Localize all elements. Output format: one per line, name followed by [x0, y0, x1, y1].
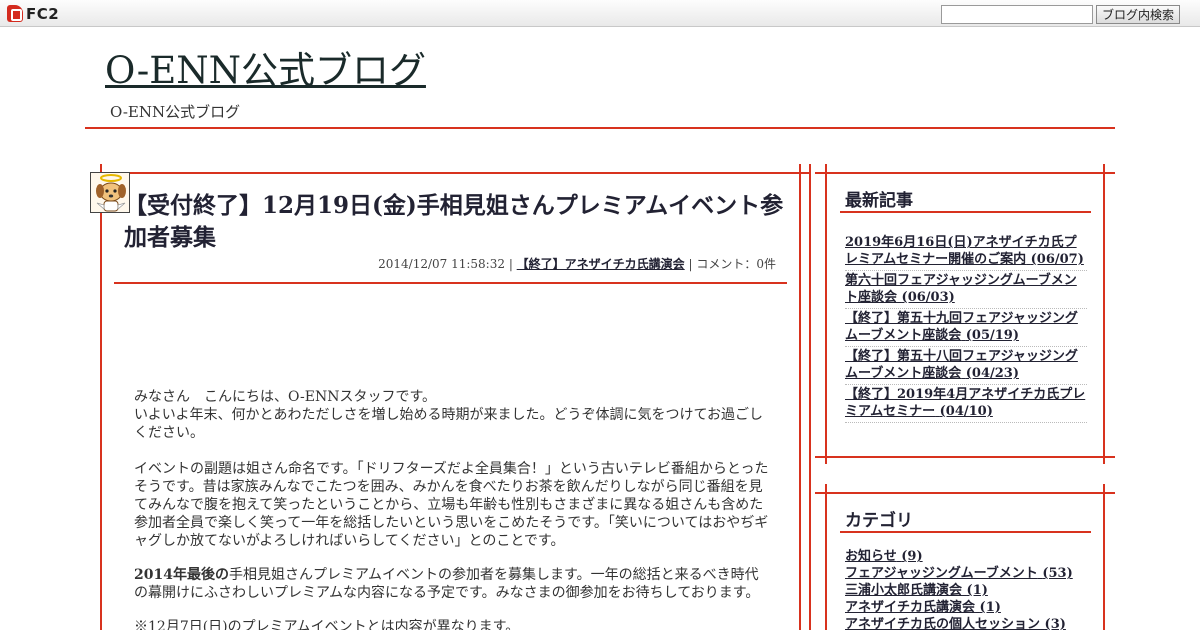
recent-entry-date[interactable]: (04/10)	[940, 404, 993, 419]
list-item: 三浦小太郎氏講演会 (1)	[845, 582, 1087, 599]
recent-entry-link[interactable]: 第六十回フェアジャッジングムーブメント座談会 (06/03)	[845, 273, 1077, 305]
entry-title: 【受付終了】12月19日(金)手相見姐さんプレミアムイベント参加者募集	[124, 192, 784, 251]
recent-entry-date[interactable]: (05/19)	[966, 328, 1019, 343]
recent-entry-link[interactable]: 2019年6月16日(日)アネザイチカ氏プレミアムセミナー開催のご案内 (06/…	[845, 235, 1084, 267]
category-link[interactable]: 三浦小太郎氏講演会 (1)	[845, 583, 988, 598]
fc2-logo-icon	[7, 5, 23, 22]
recent-entry-date[interactable]: (04/23)	[966, 366, 1019, 381]
category-link[interactable]: アネザイチカ氏の個人セッション (3)	[845, 617, 1066, 630]
recent-entry-title[interactable]: 【終了】第五十八回フェアジャッジングムーブメント座談会	[845, 349, 1078, 381]
main-frame-line	[799, 164, 801, 630]
list-item: アネザイチカ氏講演会 (1)	[845, 599, 1087, 616]
recent-entry-link[interactable]: 【終了】第五十八回フェアジャッジングムーブメント座談会 (04/23)	[845, 349, 1078, 381]
category-link[interactable]: お知らせ (9)	[845, 549, 923, 564]
category-list: お知らせ (9) フェアジャッジングムーブメント (53) 三浦小太郎氏講演会 …	[845, 548, 1087, 630]
entry-body: みなさん こんにちは、O-ENNスタッフです。 いよいよ年末、何かとあわただしさ…	[134, 388, 770, 630]
fc2-logo[interactable]: FC2	[7, 4, 59, 23]
entry-paragraph: ※12月7日(日)のプレミアムイベントとは内容が異なります。	[134, 619, 520, 630]
blog-title-link[interactable]: O-ENN公式ブログ	[105, 49, 426, 93]
list-item: 【終了】第五十八回フェアジャッジングムーブメント座談会 (04/23)	[845, 347, 1087, 385]
category-count[interactable]: (3)	[1045, 617, 1066, 630]
entry-category-link[interactable]: 【終了】アネザイチカ氏講演会	[517, 257, 685, 271]
main-frame-line	[92, 172, 811, 174]
recent-entry-title[interactable]: 【終了】第五十九回フェアジャッジングムーブメント座談会	[845, 311, 1078, 343]
sidebar-frame-line	[815, 172, 1115, 174]
sidebar-frame-line	[1103, 484, 1105, 630]
meta-separator: |	[684, 257, 697, 271]
category-name[interactable]: フェアジャッジングムーブメント	[845, 566, 1038, 581]
category-link[interactable]: フェアジャッジングムーブメント (53)	[845, 566, 1073, 581]
category-name[interactable]: 三浦小太郎氏講演会	[845, 583, 962, 598]
recent-entry-date[interactable]: (06/03)	[902, 290, 955, 305]
list-item: 【終了】2019年4月アネザイチカ氏プレミアムセミナー (04/10)	[845, 385, 1087, 423]
list-item: 第六十回フェアジャッジングムーブメント座談会 (06/03)	[845, 271, 1087, 309]
recent-entries-list: 2019年6月16日(日)アネザイチカ氏プレミアムセミナー開催のご案内 (06/…	[845, 233, 1087, 423]
recent-entry-date[interactable]: (06/07)	[1031, 252, 1084, 267]
recent-entry-title[interactable]: 第六十回フェアジャッジングムーブメント座談会	[845, 273, 1077, 305]
list-item: フェアジャッジングムーブメント (53)	[845, 565, 1087, 582]
entry-divider	[114, 282, 787, 284]
entry-date: 2014/12/07 11:58:32	[378, 257, 505, 271]
fc2-header-bar: FC2 ブログ内検索	[0, 0, 1200, 27]
main-frame-line	[100, 164, 102, 630]
blog-search-input[interactable]	[941, 5, 1093, 24]
recent-heading-rule	[840, 211, 1091, 213]
category-count[interactable]: (53)	[1042, 566, 1072, 581]
category-heading: カテゴリ	[845, 511, 913, 531]
entry-paragraph: イベントの副題は姐さん命名です。「ドリフターズだよ全員集合！」という古いテレビ番…	[134, 461, 769, 549]
blog-search-button[interactable]: ブログ内検索	[1096, 5, 1180, 24]
list-item: お知らせ (9)	[845, 548, 1087, 565]
fc2-logo-text: FC2	[26, 4, 60, 23]
category-count[interactable]: (9)	[901, 549, 922, 564]
recent-entry-link[interactable]: 【終了】2019年4月アネザイチカ氏プレミアムセミナー (04/10)	[845, 387, 1085, 419]
sidebar-frame-line	[825, 484, 827, 630]
recent-entries-heading: 最新記事	[845, 191, 913, 211]
category-link[interactable]: アネザイチカ氏講演会 (1)	[845, 600, 1001, 615]
list-item: 2019年6月16日(日)アネザイチカ氏プレミアムセミナー開催のご案内 (06/…	[845, 233, 1087, 271]
entry-line: いよいよ年末、何かとあわただしさを増し始める時期が来ました。どうぞ体調に気をつけ…	[134, 407, 764, 441]
sidebar-frame-line	[825, 164, 827, 464]
recent-entry-link[interactable]: 【終了】第五十九回フェアジャッジングムーブメント座談会 (05/19)	[845, 311, 1078, 343]
sidebar-frame-line	[815, 456, 1115, 458]
entry-paragraph: みなさん こんにちは、O-ENNスタッフです。 いよいよ年末、何かとあわただしさ…	[134, 388, 770, 442]
blog-subtitle: O-ENN公式ブログ	[110, 103, 241, 121]
category-name[interactable]: お知らせ	[845, 549, 897, 564]
sidebar-frame-line	[1103, 164, 1105, 464]
meta-separator: |	[505, 257, 517, 271]
entry-meta: 2014/12/07 11:58:32 | 【終了】アネザイチカ氏講演会 | コ…	[378, 255, 776, 272]
entry-comment-link[interactable]: コメント：0件	[696, 257, 776, 271]
main-frame-line	[809, 164, 811, 630]
list-item: アネザイチカ氏の個人セッション (3)	[845, 616, 1087, 630]
entry-line: みなさん こんにちは、O-ENNスタッフです。	[134, 389, 437, 405]
entry-bold-text: 2014年最後の	[134, 567, 229, 583]
list-item: 【終了】第五十九回フェアジャッジングムーブメント座談会 (05/19)	[845, 309, 1087, 347]
category-count[interactable]: (1)	[967, 583, 988, 598]
header-divider	[85, 127, 1115, 129]
category-count[interactable]: (1)	[980, 600, 1001, 615]
category-name[interactable]: アネザイチカ氏講演会	[845, 600, 975, 615]
category-name[interactable]: アネザイチカ氏の個人セッション	[845, 617, 1040, 630]
entry-paragraph: 2014年最後の手相見姐さんプレミアムイベントの参加者を募集します。一年の総括と…	[134, 566, 770, 602]
sidebar-frame-line	[815, 492, 1115, 494]
category-heading-rule	[840, 531, 1091, 533]
